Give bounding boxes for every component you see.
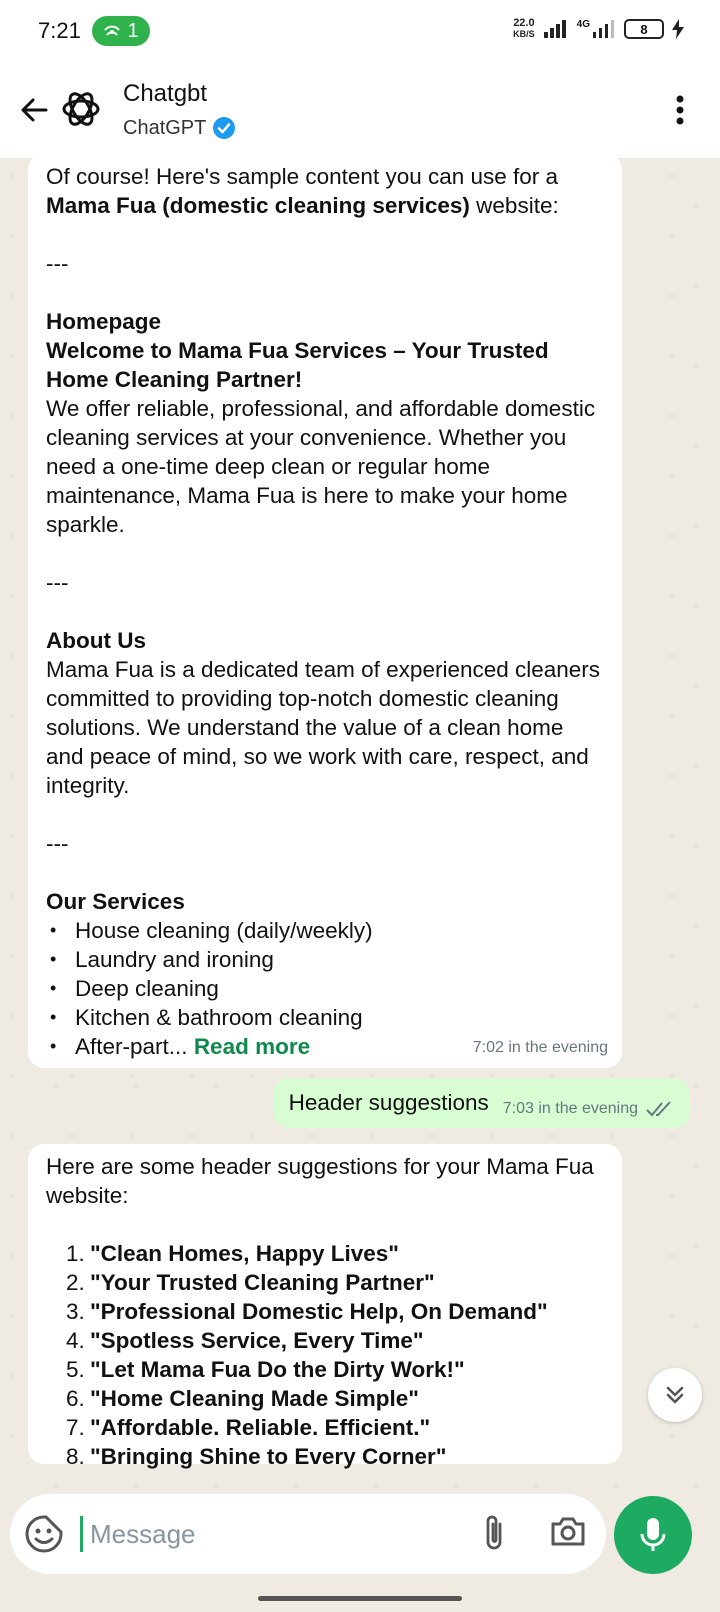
chat-area[interactable]: Of course! Here's sample content you can… [0, 158, 720, 1488]
hotspot-icon [104, 25, 121, 36]
message-meta: 7:03 in the evening [503, 1100, 674, 1118]
list-item: Laundry and ironing [46, 945, 606, 974]
status-bar: 7:21 1 22.0 KB/S 4G 8 [0, 0, 720, 64]
chevron-double-down-icon [666, 1386, 684, 1404]
list-item: Deep cleaning [46, 974, 606, 1003]
voice-message-button[interactable] [614, 1496, 692, 1574]
list-item: 1. "Clean Homes, Happy Lives" [66, 1241, 399, 1266]
double-check-icon [646, 1101, 671, 1117]
list-item: 6. "Home Cleaning Made Simple" [66, 1386, 419, 1411]
separator: --- [46, 570, 69, 595]
contact-subtitle[interactable]: ChatGPT [123, 116, 236, 140]
signal-icon [543, 20, 566, 38]
battery-icon: 8 [624, 19, 664, 39]
read-more-link[interactable]: Read more [194, 1034, 310, 1059]
list-item: 5. "Let Mama Fua Do the Dirty Work!" [66, 1357, 465, 1382]
back-button[interactable] [10, 86, 58, 134]
suggestions-list: 1. "Clean Homes, Happy Lives" 2. "Your Tru… [46, 1239, 606, 1471]
chat-header: Chatgbt ChatGPT [0, 64, 720, 158]
list-item: 8. "Bringing Shine to Every Corner" [66, 1444, 447, 1469]
list-item: 3. "Professional Domestic Help, On Demand… [66, 1299, 548, 1324]
services-heading: Our Services [46, 889, 185, 914]
signal-4g-icon [593, 20, 614, 38]
paperclip-icon [486, 1515, 502, 1550]
about-heading: About Us [46, 628, 146, 653]
hotspot-count: 1 [127, 19, 139, 42]
system-nav-bar [0, 1588, 720, 1612]
homepage-heading: Homepage [46, 309, 162, 334]
status-time: 7:21 [38, 18, 81, 43]
more-vertical-icon [676, 95, 684, 125]
message-timestamp: 7:03 in the evening [502, 1100, 638, 1117]
message-input[interactable] [90, 1512, 470, 1556]
list-item: 4. "Spotless Service, Every Time" [66, 1328, 424, 1353]
list-item: Kitchen & bathroom cleaning [46, 1003, 606, 1032]
avatar[interactable] [58, 86, 104, 132]
list-item: 7. "Affordable. Reliable. Efficient." [66, 1415, 431, 1440]
list-item: 2. "Your Trusted Cleaning Partner" [66, 1270, 435, 1295]
message-intro: Of course! Here's sample content you can… [46, 164, 559, 218]
scroll-to-bottom-button[interactable] [648, 1368, 702, 1422]
net-speed: 22.0 KB/S [513, 17, 535, 40]
camera-icon [551, 1517, 585, 1546]
sticker-icon [25, 1515, 63, 1553]
home-gesture-handle[interactable] [258, 1596, 462, 1601]
message-text: Header suggestions [288, 1090, 489, 1115]
incoming-message[interactable]: Here are some header suggestions for you… [28, 1144, 622, 1469]
attach-button[interactable] [480, 1512, 520, 1556]
separator: --- [46, 251, 69, 276]
more-options-button[interactable] [660, 90, 700, 130]
network-type: 4G [576, 18, 590, 30]
message-composer [10, 1494, 606, 1574]
contact-name[interactable]: Chatgbt [123, 80, 207, 108]
microphone-icon [640, 1518, 666, 1551]
camera-button[interactable] [550, 1514, 590, 1554]
outgoing-message[interactable]: Header suggestions 7:03 in the evening [272, 1078, 690, 1128]
homepage-body: We offer reliable, professional, and aff… [46, 396, 596, 537]
sticker-button[interactable] [24, 1514, 64, 1554]
charging-icon [672, 19, 684, 39]
incoming-message[interactable]: Of course! Here's sample content you can… [28, 158, 622, 1068]
arrow-left-icon [21, 98, 48, 122]
separator: --- [46, 831, 69, 856]
message-timestamp: 7:02 in the evening [472, 1039, 608, 1056]
message-intro: Here are some header suggestions for you… [46, 1154, 594, 1208]
about-body: Mama Fua is a dedicated team of experien… [46, 657, 601, 798]
status-icons: 22.0 KB/S 4G 8 [513, 18, 684, 40]
homepage-title: Welcome to Mama Fua Services – Your Trus… [46, 338, 549, 392]
text-cursor [80, 1516, 83, 1552]
verified-badge-icon [213, 117, 236, 139]
list-item: House cleaning (daily/weekly) [46, 916, 606, 945]
openai-logo-icon [62, 92, 100, 126]
hotspot-badge: 1 [92, 16, 150, 46]
